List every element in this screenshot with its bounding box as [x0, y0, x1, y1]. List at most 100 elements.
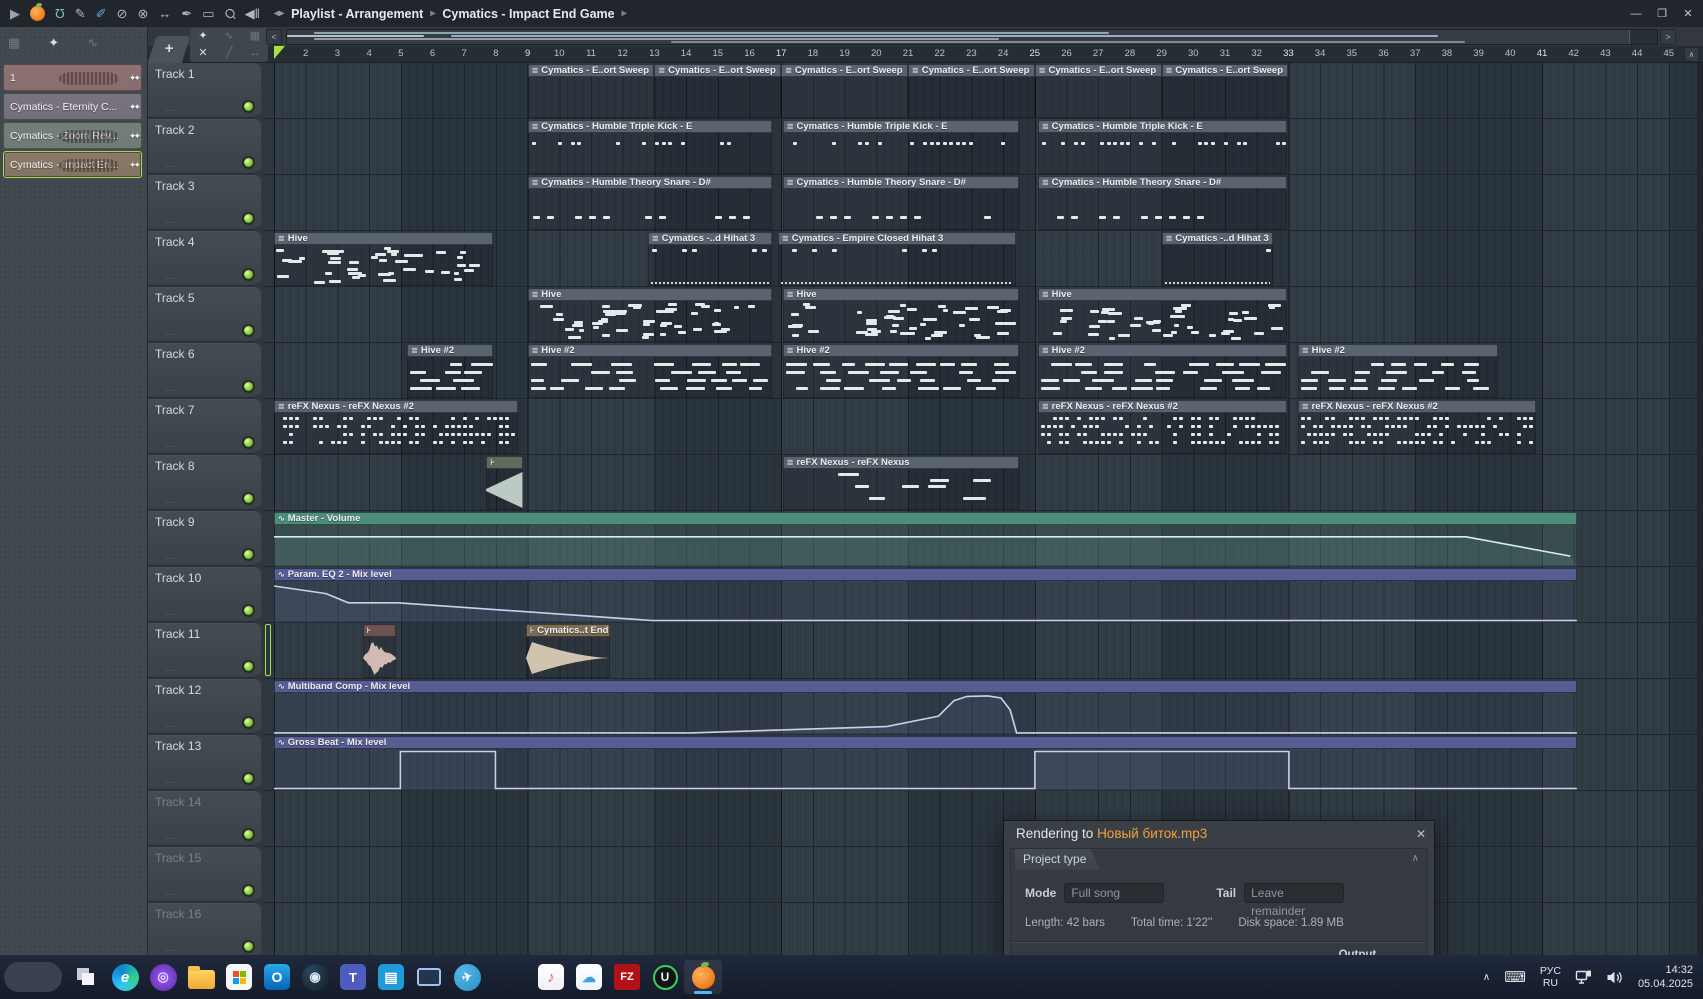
picker-item[interactable]: Cymatics - Zoom Rev...✦✦: [3, 122, 142, 149]
picker-item[interactable]: Cymatics - Eternity C...✦✦: [3, 93, 142, 120]
playlist-clip[interactable]: ≣Hive: [528, 288, 772, 342]
track-header[interactable]: Track 4...: [148, 231, 261, 286]
clip-header[interactable]: ∿Multiband Comp - Mix level: [274, 680, 1577, 693]
track-options-dots[interactable]: ...: [165, 663, 176, 673]
clip-header[interactable]: ≣Cymatics - Humble Theory Snare - D#: [528, 176, 772, 189]
clip-header[interactable]: ≣Cymatics -..d Hihat 3: [648, 232, 772, 245]
track-enable-led[interactable]: [244, 718, 253, 727]
track-enable-led[interactable]: [244, 438, 253, 447]
track-options-dots[interactable]: ...: [165, 439, 176, 449]
track-enable-led[interactable]: [244, 326, 253, 335]
track-options-dots[interactable]: ...: [165, 943, 176, 953]
clip-header[interactable]: ≣Hive #2: [1298, 344, 1498, 357]
automation-clip[interactable]: ∿Gross Beat - Mix level: [274, 736, 1577, 790]
clip-header[interactable]: ≣Hive: [783, 288, 1019, 301]
clip-header[interactable]: ≣Cymatics - Humble Triple Kick - E: [783, 120, 1019, 133]
tail-select[interactable]: Leave remainder: [1244, 883, 1344, 903]
picker-item[interactable]: Cymatics - Impact En...✦✦: [3, 151, 142, 178]
picker-audio-icon[interactable]: ✦: [48, 35, 59, 51]
clip-header[interactable]: ≣Hive #2: [783, 344, 1019, 357]
clip-header[interactable]: ⊦: [486, 456, 522, 469]
taskbar-app-tor-browser[interactable]: ◎: [144, 960, 182, 994]
mode-select[interactable]: Full song: [1064, 883, 1164, 903]
track-options-dots[interactable]: ...: [165, 607, 176, 617]
zoom-icon[interactable]: Ϙ: [216, 0, 242, 26]
clip-header[interactable]: ≣reFX Nexus - reFX Nexus #2: [1038, 400, 1287, 413]
tool-automation-icon[interactable]: ∿: [216, 28, 242, 45]
clip-header[interactable]: ≣Cymatics - E..ort Sweep: [654, 64, 781, 77]
track-options-dots[interactable]: ...: [165, 495, 176, 505]
clip-header[interactable]: ≣Cymatics - E..ort Sweep: [528, 64, 655, 77]
automation-clip[interactable]: ∿Param. EQ 2 - Mix level: [274, 568, 1577, 622]
track-header[interactable]: Track 11...: [148, 623, 261, 678]
fl-logo[interactable]: [30, 6, 45, 21]
touch-keyboard-icon[interactable]: ⌨: [1504, 968, 1526, 986]
playlist-clip[interactable]: ≣Cymatics - Empire Closed Hihat 3: [778, 232, 1016, 286]
playlist-clip[interactable]: ⊦: [486, 456, 522, 510]
taskbar-app-task-view[interactable]: [68, 960, 106, 994]
clip-header[interactable]: ≣Hive: [1038, 288, 1287, 301]
track-header[interactable]: Track 13...: [148, 735, 261, 790]
track-options-dots[interactable]: ...: [165, 327, 176, 337]
playlist-clip[interactable]: ≣Cymatics -..d Hihat 3: [648, 232, 772, 286]
breadcrumb-project[interactable]: Cymatics - Impact End Game: [442, 7, 614, 21]
clip-header[interactable]: ∿Gross Beat - Mix level: [274, 736, 1577, 749]
track-options-dots[interactable]: ...: [165, 719, 176, 729]
playlist-clip[interactable]: ≣Cymatics - Humble Theory Snare - D#: [528, 176, 772, 230]
clip-header[interactable]: ≣Hive: [528, 288, 772, 301]
preview-icon[interactable]: ◀‖: [245, 0, 260, 27]
volume-icon[interactable]: [1606, 970, 1624, 985]
breadcrumb-view[interactable]: Playlist - Arrangement: [291, 7, 423, 21]
taskbar-app-microsoft-store[interactable]: [220, 960, 258, 994]
taskbar-app-iobit[interactable]: U: [646, 960, 684, 994]
vertical-scroll-up-button[interactable]: ∧: [1684, 47, 1699, 62]
taskbar-app-fl-studio[interactable]: [684, 960, 722, 994]
clock[interactable]: 14:3205.04.2025: [1638, 963, 1693, 991]
automation-clip[interactable]: ∿Multiband Comp - Mix level: [274, 680, 1577, 734]
clip-header[interactable]: ≣Cymatics - Humble Theory Snare - D#: [1038, 176, 1287, 189]
picker-piano-icon[interactable]: ▦: [8, 35, 20, 51]
play-icon[interactable]: ▶: [10, 0, 20, 27]
track-enable-led[interactable]: [244, 494, 253, 503]
track-enable-led[interactable]: [244, 886, 253, 895]
taskbar-app-scanner-app[interactable]: ▤: [372, 960, 410, 994]
close-button[interactable]: ✕: [1677, 3, 1699, 25]
track-header[interactable]: Track 2...: [148, 119, 261, 174]
playlist-clip[interactable]: ≣reFX Nexus - reFX Nexus: [783, 456, 1019, 510]
track-options-dots[interactable]: ...: [165, 103, 176, 113]
taskbar-search[interactable]: [4, 962, 62, 992]
track-enable-led[interactable]: [244, 214, 253, 223]
track-header[interactable]: Track 1...: [148, 63, 261, 118]
playlist-clip[interactable]: ≣Cymatics - Humble Theory Snare - D#: [783, 176, 1019, 230]
clip-header[interactable]: ∿Master - Volume: [274, 512, 1577, 525]
track-header[interactable]: Track 5...: [148, 287, 261, 342]
playlist-clip[interactable]: ≣Hive #2: [528, 344, 772, 398]
track-enable-led[interactable]: [244, 550, 253, 559]
track-options-dots[interactable]: ...: [165, 887, 176, 897]
playlist-clip[interactable]: ≣reFX Nexus - reFX Nexus #2: [1298, 400, 1536, 454]
slide-icon[interactable]: ✎: [75, 0, 86, 27]
track-header[interactable]: Track 15...: [148, 847, 261, 902]
section-collapse-icon[interactable]: ∧: [1412, 853, 1419, 864]
automation-clip[interactable]: ∿Master - Volume: [274, 512, 1577, 566]
taskbar-app-edge[interactable]: e: [106, 960, 144, 994]
clip-header[interactable]: ≣Hive #2: [528, 344, 772, 357]
tool-slope-icon[interactable]: ╱: [216, 45, 242, 62]
playlist-clip[interactable]: ≣Cymatics - Humble Theory Snare - D#: [1038, 176, 1287, 230]
playlist-clip[interactable]: ⊦Cymatics..t End Game: [526, 624, 610, 678]
playlist-clip[interactable]: ≣Hive: [274, 232, 493, 286]
track-header[interactable]: Track 9...: [148, 511, 261, 566]
track-header[interactable]: Track 10...: [148, 567, 261, 622]
picker-automation-icon[interactable]: ∿: [87, 35, 98, 51]
clip-header[interactable]: ∿Param. EQ 2 - Mix level: [274, 568, 1577, 581]
track-options-dots[interactable]: ...: [165, 831, 176, 841]
clip-header[interactable]: ≣Hive #2: [1038, 344, 1287, 357]
picker-item[interactable]: 1✦✦: [3, 64, 142, 91]
playlist-clip[interactable]: ≣Hive: [783, 288, 1019, 342]
taskbar-app-icloud[interactable]: ☁: [570, 960, 608, 994]
track-header[interactable]: Track 12...: [148, 679, 261, 734]
track-options-dots[interactable]: ...: [165, 271, 176, 281]
playlist-clip[interactable]: ≣Cymatics - Humble Triple Kick - E: [1038, 120, 1287, 174]
taskbar-app-telegram[interactable]: ✈: [448, 960, 486, 994]
tool-audio-icon[interactable]: ✦: [190, 28, 216, 45]
